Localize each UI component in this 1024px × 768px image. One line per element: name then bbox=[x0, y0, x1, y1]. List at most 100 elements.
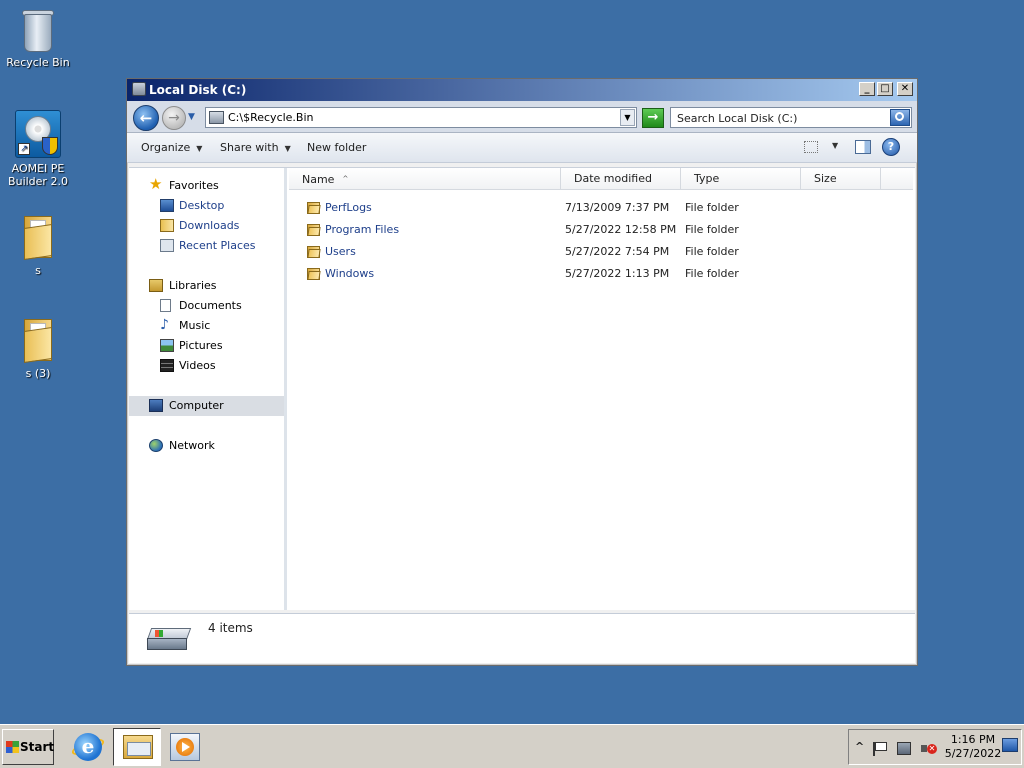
file-type: File folder bbox=[685, 245, 739, 258]
desktop-icon-label: s (3) bbox=[25, 367, 51, 380]
file-list: Name ^ Date modified Type Size PerfLogs 7… bbox=[289, 168, 915, 610]
nav-computer[interactable]: Computer bbox=[129, 396, 284, 416]
search-input[interactable] bbox=[677, 110, 883, 126]
nav-libraries[interactable]: Libraries bbox=[129, 276, 284, 296]
desktop-icon-label: s bbox=[35, 264, 41, 277]
hard-drive-icon bbox=[146, 626, 192, 652]
address-bar[interactable]: ▼ bbox=[205, 107, 637, 128]
taskbar: Start e ^ ✕ 1:16 PM 5/27/2022 bbox=[0, 724, 1024, 768]
show-hidden-icons-button[interactable]: ^ bbox=[855, 740, 864, 753]
nav-label: Computer bbox=[169, 399, 224, 412]
file-name: Program Files bbox=[325, 223, 400, 236]
details-pane: 4 items bbox=[129, 613, 915, 663]
explorer-window: Local Disk (C:) _ □ ✕ ← → ▼ ▼ → Organize… bbox=[126, 78, 918, 666]
desktop-icon-aomei[interactable]: ↗ AOMEI PE Builder 2.0 bbox=[0, 110, 76, 188]
nav-favorites[interactable]: ★ Favorites bbox=[129, 176, 284, 196]
navigation-pane: ★ Favorites Desktop Downloads Recent Pla… bbox=[129, 168, 287, 610]
file-date: 5/27/2022 7:54 PM bbox=[565, 245, 670, 258]
nav-network[interactable]: Network bbox=[129, 436, 284, 456]
desktop-icon-folder-s[interactable]: s bbox=[0, 212, 76, 277]
nav-item-recent-places[interactable]: Recent Places bbox=[129, 236, 284, 256]
share-with-label: Share with bbox=[220, 141, 279, 154]
file-name: Users bbox=[325, 245, 356, 258]
column-header-size[interactable]: Size bbox=[801, 168, 881, 190]
network-status-icon[interactable] bbox=[897, 742, 911, 755]
window-controls: _ □ ✕ bbox=[859, 82, 913, 96]
music-icon: ♪ bbox=[160, 317, 169, 333]
nav-item-videos[interactable]: Videos bbox=[129, 356, 284, 376]
clock[interactable]: 1:16 PM 5/27/2022 bbox=[943, 733, 1003, 761]
view-options-dropdown[interactable]: ▼ bbox=[832, 141, 838, 150]
back-button[interactable]: ← bbox=[133, 105, 159, 131]
star-icon: ★ bbox=[149, 175, 163, 193]
nav-label: Libraries bbox=[169, 279, 217, 292]
nav-label: Pictures bbox=[179, 339, 223, 352]
column-header-type[interactable]: Type bbox=[681, 168, 801, 190]
file-date: 5/27/2022 1:13 PM bbox=[565, 267, 670, 280]
action-center-flag-icon[interactable] bbox=[873, 742, 887, 756]
share-with-button[interactable]: Share with ▼ bbox=[220, 141, 291, 154]
chevron-down-icon: ▼ bbox=[284, 144, 291, 153]
go-button[interactable]: → bbox=[642, 108, 664, 128]
volume-muted-icon[interactable]: ✕ bbox=[921, 742, 937, 756]
downloads-icon bbox=[160, 219, 174, 232]
title-bar[interactable]: Local Disk (C:) _ □ ✕ bbox=[127, 79, 917, 101]
help-icon[interactable]: ? bbox=[882, 138, 900, 156]
file-date: 5/27/2022 12:58 PM bbox=[565, 223, 677, 236]
nav-item-downloads[interactable]: Downloads bbox=[129, 216, 284, 236]
file-name: PerfLogs bbox=[325, 201, 372, 214]
desktop-icon-recycle-bin[interactable]: Recycle Bin bbox=[0, 8, 76, 69]
maximize-button[interactable]: □ bbox=[877, 82, 893, 96]
column-header-filler bbox=[881, 168, 913, 190]
videos-icon bbox=[160, 359, 174, 372]
show-desktop-icon[interactable] bbox=[1002, 738, 1018, 752]
desktop-icon-folder-s3[interactable]: s (3) bbox=[0, 315, 76, 380]
navigation-bar: ← → ▼ ▼ → bbox=[127, 101, 917, 133]
minimize-button[interactable]: _ bbox=[859, 82, 875, 96]
preview-pane-icon[interactable] bbox=[855, 140, 871, 154]
desktop-icon bbox=[160, 199, 174, 212]
folder-icon bbox=[307, 245, 321, 259]
internet-explorer-icon[interactable]: e bbox=[69, 731, 107, 763]
computer-icon bbox=[149, 399, 163, 412]
nav-label: Documents bbox=[179, 299, 242, 312]
media-player-icon[interactable] bbox=[170, 733, 200, 761]
windows-explorer-icon[interactable] bbox=[113, 728, 161, 766]
forward-button[interactable]: → bbox=[162, 106, 186, 130]
organize-button[interactable]: Organize ▼ bbox=[141, 141, 202, 154]
drive-icon bbox=[132, 82, 146, 96]
nav-item-pictures[interactable]: Pictures bbox=[129, 336, 284, 356]
address-dropdown-button[interactable]: ▼ bbox=[620, 109, 635, 126]
start-button[interactable]: Start bbox=[2, 729, 54, 765]
table-row[interactable]: Windows 5/27/2022 1:13 PM File folder bbox=[289, 263, 913, 285]
nav-item-desktop[interactable]: Desktop bbox=[129, 196, 284, 216]
content-area: ★ Favorites Desktop Downloads Recent Pla… bbox=[129, 167, 915, 610]
column-header-date-modified[interactable]: Date modified bbox=[561, 168, 681, 190]
change-view-icon[interactable] bbox=[804, 141, 818, 153]
pictures-icon bbox=[160, 339, 174, 352]
search-icon[interactable] bbox=[890, 109, 910, 126]
organize-label: Organize bbox=[141, 141, 191, 154]
column-label: Name bbox=[302, 173, 335, 186]
table-row[interactable]: Users 5/27/2022 7:54 PM File folder bbox=[289, 241, 913, 263]
nav-item-documents[interactable]: Documents bbox=[129, 296, 284, 316]
new-folder-button[interactable]: New folder bbox=[307, 141, 366, 154]
item-count: 4 items bbox=[208, 621, 253, 635]
table-row[interactable]: Program Files 5/27/2022 12:58 PM File fo… bbox=[289, 219, 913, 241]
search-box[interactable] bbox=[670, 107, 912, 128]
windows-logo-icon bbox=[6, 741, 19, 753]
documents-icon bbox=[160, 299, 171, 312]
recent-pages-dropdown[interactable]: ▼ bbox=[188, 112, 198, 122]
close-button[interactable]: ✕ bbox=[897, 82, 913, 96]
nav-label: Videos bbox=[179, 359, 216, 372]
table-row[interactable]: PerfLogs 7/13/2009 7:37 PM File folder bbox=[289, 197, 913, 219]
nav-item-music[interactable]: ♪ Music bbox=[129, 316, 284, 336]
clock-date: 5/27/2022 bbox=[944, 747, 1002, 760]
column-header-name[interactable]: Name ^ bbox=[289, 168, 561, 190]
nav-label: Favorites bbox=[169, 179, 219, 192]
folder-icon bbox=[307, 223, 321, 237]
drive-icon bbox=[209, 111, 224, 124]
address-input[interactable] bbox=[228, 109, 618, 126]
desktop-icon-label: AOMEI PE Builder 2.0 bbox=[8, 162, 68, 188]
system-tray: ^ ✕ 1:16 PM 5/27/2022 bbox=[848, 729, 1022, 765]
